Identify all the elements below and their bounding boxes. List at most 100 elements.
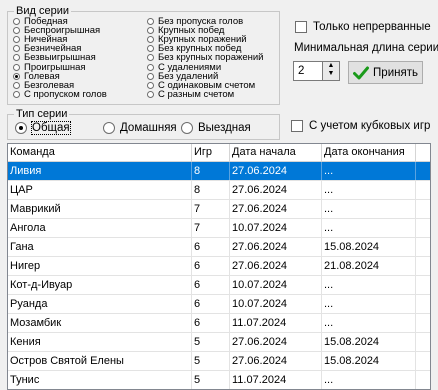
type-option-1[interactable]: Домашняя [103,122,177,134]
radio-circle[interactable] [13,54,20,62]
series-table: Команда Игр Дата начала Дата окончания Л… [7,143,431,390]
cell-team: Мозамбик [8,314,192,332]
type-option-2[interactable]: Выездная [181,122,251,134]
cell-start-date: 27.06.2024 [230,238,322,256]
table-row[interactable]: ЦАР 8 27.06.2024... [8,181,430,200]
radio-circle[interactable] [13,72,20,80]
table-row[interactable]: Кения 5 27.06.2024 15.08.2024 [8,333,430,352]
radio-circle[interactable] [147,54,154,62]
radio-circle[interactable] [103,122,115,134]
table-row[interactable]: Ливия 8 27.06.2024... [8,162,430,181]
radio-circle[interactable] [13,27,20,35]
continuous-only-checkbox[interactable]: Только непрерванные [295,21,431,33]
cup-games-label: С учетом кубковых игр [309,120,431,132]
cell-games: 6 [192,276,230,294]
cell-filler [416,181,430,199]
radio-circle[interactable] [13,36,20,44]
type-option-label: Общая [31,121,71,135]
cell-games: 5 [192,371,230,389]
column-header-filler [416,144,430,161]
cell-filler [416,200,430,218]
cell-filler [416,162,430,180]
cell-games: 7 [192,200,230,218]
table-row[interactable]: Руанда 6 10.07.2024... [8,295,430,314]
cell-filler [416,352,430,370]
cell-start-date: 11.07.2024 [230,371,322,389]
cell-games: 6 [192,314,230,332]
radio-circle[interactable] [147,81,154,89]
radio-circle[interactable] [147,36,154,44]
radio-circle[interactable] [15,122,27,134]
cell-games: 6 [192,238,230,256]
column-header-end-date[interactable]: Дата окончания [322,144,416,161]
accept-button[interactable]: Принять [348,61,423,84]
radio-circle[interactable] [147,72,154,80]
cell-team: Ливия [8,162,192,180]
cell-team: Гана [8,238,192,256]
cell-start-date: 10.07.2024 [230,276,322,294]
continuous-only-box[interactable] [295,21,307,33]
cell-end-date: 15.08.2024 [322,352,416,370]
cell-end-date: ... [322,371,416,389]
radio-circle[interactable] [147,45,154,53]
type-option-0[interactable]: Общая [15,121,71,135]
cell-end-date: 15.08.2024 [322,333,416,351]
cell-start-date: 27.06.2024 [230,352,322,370]
cell-end-date: 21.08.2024 [322,257,416,275]
cell-filler [416,333,430,351]
radio-right-8[interactable]: С разным счетом [147,90,234,99]
cell-filler [416,276,430,294]
radio-circle[interactable] [13,90,20,98]
min-length-spinner[interactable]: 2 ▲ ▼ [293,61,340,81]
radio-circle[interactable] [147,63,154,71]
column-header-games[interactable]: Игр [192,144,230,161]
radio-circle[interactable] [13,63,20,71]
radio-label: С пропуском голов [24,88,107,100]
table-row[interactable]: Тунис 5 11.07.2024... [8,371,430,389]
radio-circle[interactable] [147,18,154,25]
column-header-start-date[interactable]: Дата начала [230,144,322,161]
cell-filler [416,238,430,256]
spinner-arrows[interactable]: ▲ ▼ [322,62,339,80]
radio-circle[interactable] [181,122,193,134]
cup-games-checkbox[interactable]: С учетом кубковых игр [291,120,430,132]
spin-down-icon[interactable]: ▼ [323,70,339,78]
table-row[interactable]: Маврикий 7 27.06.2024... [8,200,430,219]
min-length-label: Минимальная длина серии [294,42,438,54]
cell-team: Кения [8,333,192,351]
cell-end-date: ... [322,276,416,294]
checkmark-icon [353,66,370,79]
table-header: Команда Игр Дата начала Дата окончания [8,144,430,162]
cell-games: 5 [192,333,230,351]
cell-start-date: 11.07.2024 [230,314,322,332]
cell-start-date: 27.06.2024 [230,200,322,218]
cell-end-date: ... [322,162,416,180]
table-row[interactable]: Гана 6 27.06.2024 15.08.2024 [8,238,430,257]
cup-games-box[interactable] [291,120,303,132]
spin-up-icon[interactable]: ▲ [323,62,339,70]
radio-circle[interactable] [13,81,20,89]
radio-circle[interactable] [147,27,154,35]
table-row[interactable]: Мозамбик 6 11.07.2024... [8,314,430,333]
radio-circle[interactable] [13,18,20,25]
radio-circle[interactable] [13,45,20,53]
radio-left-8[interactable]: С пропуском голов [13,90,107,99]
table-row[interactable]: Кот-д-Ивуар 6 10.07.2024... [8,276,430,295]
continuous-only-label: Только непрерванные [313,21,431,33]
cell-start-date: 10.07.2024 [230,295,322,313]
type-option-label: Выездная [198,122,251,134]
table-row[interactable]: Остров Святой Елены 5 27.06.2024 15.08.2024 [8,352,430,371]
table-row[interactable]: Ангола 7 10.07.2024... [8,219,430,238]
cell-filler [416,314,430,332]
min-length-value[interactable]: 2 [298,65,304,77]
cell-team: Кот-д-Ивуар [8,276,192,294]
column-header-team[interactable]: Команда [8,144,192,161]
table-row[interactable]: Нигер 6 27.06.2024 21.08.2024 [8,257,430,276]
cell-team: Маврикий [8,200,192,218]
cell-end-date: ... [322,314,416,332]
cell-end-date: ... [322,200,416,218]
cell-filler [416,257,430,275]
radio-circle[interactable] [147,90,154,98]
cell-filler [416,371,430,389]
cell-end-date: ... [322,181,416,199]
